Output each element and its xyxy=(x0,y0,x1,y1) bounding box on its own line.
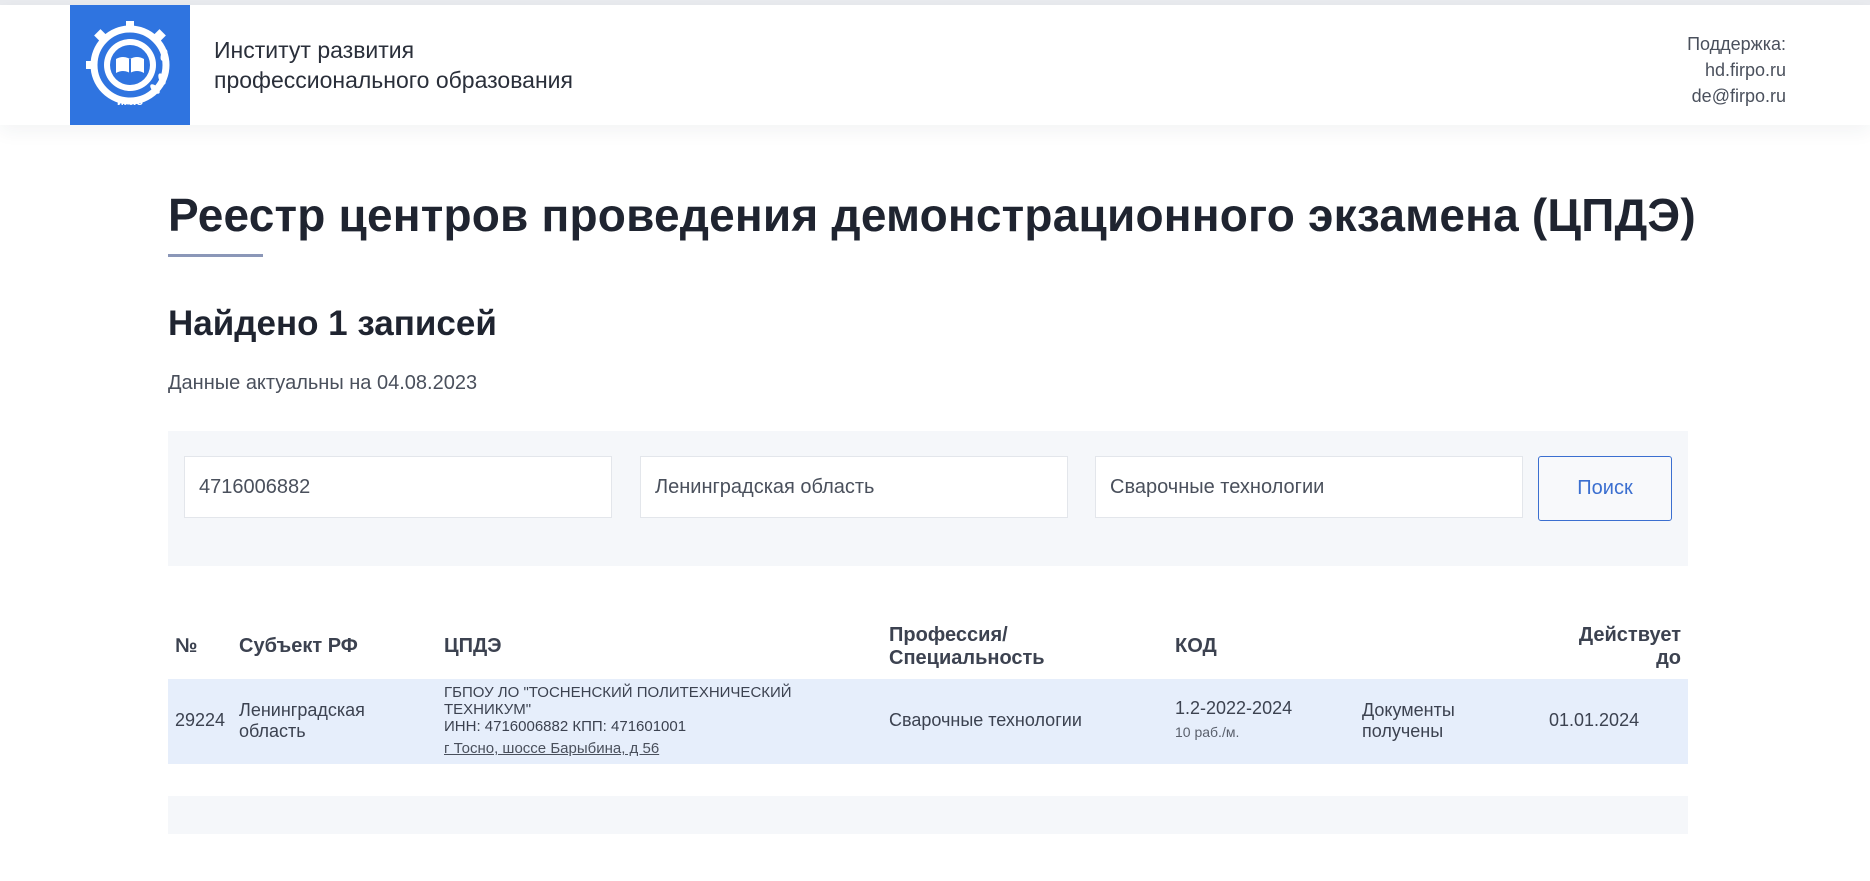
support-contacts: Поддержка: hd.firpo.ru de@firpo.ru xyxy=(1687,31,1786,109)
title-underline xyxy=(168,254,263,257)
column-number: № xyxy=(175,635,198,657)
column-valid-line1: Действует xyxy=(1578,624,1681,646)
column-profession-line2: Специальность xyxy=(889,647,1045,669)
search-button[interactable]: Поиск xyxy=(1538,456,1672,521)
support-email-link[interactable]: de@firpo.ru xyxy=(1687,83,1786,109)
column-valid-until: Действует до xyxy=(1579,624,1681,670)
column-profession-line1: Профессия/ xyxy=(889,624,1008,646)
row-subject-line1: Ленинградская xyxy=(239,700,365,720)
support-label: Поддержка: xyxy=(1687,34,1786,54)
data-actual-date: Данные актуальны на 04.08.2023 xyxy=(168,372,478,394)
row-number: 29224 xyxy=(175,710,226,730)
row-code-value: 1.2-2022-2024 xyxy=(1175,698,1293,718)
row-center: ГБПОУ ЛО "ТОСНЕНСКИЙ ПОЛИТЕХНИЧЕСКИЙ ТЕХ… xyxy=(444,684,792,757)
column-center: ЦПДЭ xyxy=(444,635,502,657)
row-status: Документы получены xyxy=(1362,700,1455,742)
row-workplaces: 10 раб./м. xyxy=(1175,724,1240,740)
row-center-name-line2: ТЕХНИКУМ" xyxy=(444,701,532,718)
column-profession: Профессия/ Специальность xyxy=(889,624,1045,670)
profession-input[interactable] xyxy=(1095,456,1523,518)
row-profession: Сварочные технологии xyxy=(889,710,1082,730)
table-row[interactable]: 29224 Ленинградская область ГБПОУ ЛО "ТО… xyxy=(168,679,1688,764)
site-header: ИРПО Институт развития профессионального… xyxy=(0,5,1870,125)
support-site-link[interactable]: hd.firpo.ru xyxy=(1687,57,1786,83)
row-status-line2: получены xyxy=(1362,721,1444,741)
row-code: 1.2-2022-2024 10 раб./м. xyxy=(1175,698,1292,741)
org-name-line2: профессионального образования xyxy=(214,67,573,93)
filter-panel: Поиск xyxy=(168,431,1688,566)
column-valid-line2: до xyxy=(1656,647,1681,669)
irpo-emblem-icon: ИРПО xyxy=(86,21,170,107)
pagination-bar xyxy=(168,796,1688,834)
row-center-name-line1: ГБПОУ ЛО "ТОСНЕНСКИЙ ПОЛИТЕХНИЧЕСКИЙ xyxy=(444,684,792,701)
found-count: Найдено 1 записей xyxy=(168,304,497,343)
org-name-line1: Институт развития xyxy=(214,37,415,63)
column-code: КОД xyxy=(1175,635,1217,657)
page-title: Реестр центров проведения демонстрационн… xyxy=(168,189,1696,241)
svg-text:ИРПО: ИРПО xyxy=(117,98,143,107)
row-subject-line2: область xyxy=(239,721,306,741)
row-subject: Ленинградская область xyxy=(239,700,365,742)
org-name: Институт развития профессионального обра… xyxy=(214,35,573,95)
inn-input[interactable] xyxy=(184,456,612,518)
row-center-ids: ИНН: 4716006882 КПП: 471601001 xyxy=(444,718,687,735)
row-status-line1: Документы xyxy=(1362,700,1455,720)
row-valid-until: 01.01.2024 xyxy=(1549,710,1640,730)
region-input[interactable] xyxy=(640,456,1068,518)
column-subject: Субъект РФ xyxy=(239,635,358,657)
irpo-logo[interactable]: ИРПО xyxy=(70,5,190,125)
row-center-address-link[interactable]: г Тосно, шоссе Барыбина, д 56 xyxy=(444,740,792,757)
